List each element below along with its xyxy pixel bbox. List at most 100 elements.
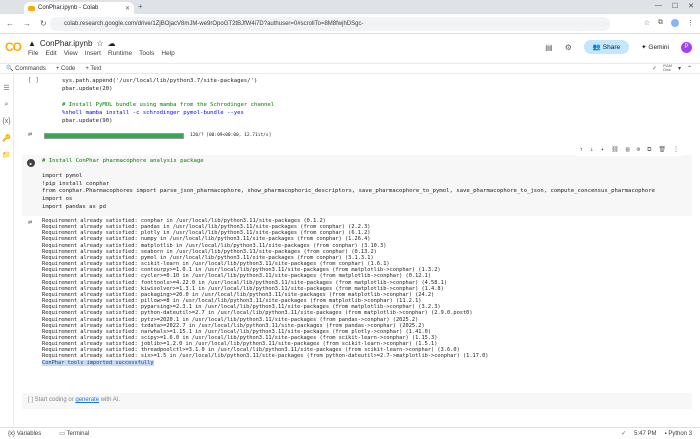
move-up-icon[interactable]: ↑ <box>579 146 583 154</box>
forward-icon[interactable]: → <box>23 19 31 28</box>
output-line: Requirement already satisfied: matplotli… <box>42 242 387 249</box>
menu-help[interactable]: Help <box>161 50 174 57</box>
share-label: Share <box>602 44 621 51</box>
output-line: Requirement already satisfied: seaborn i… <box>42 248 377 255</box>
output-line: Requirement already satisfied: threadpoo… <box>42 347 460 354</box>
settings-icon[interactable]: ⚙ <box>565 43 572 52</box>
cell2[interactable]: ↑ ↓ ✦ ⛓ ▤ ⚙ ⧉ 🗑 ⋮ ▶ # Install ConPhar ph… <box>22 144 692 216</box>
variables-icon[interactable]: {x} <box>0 118 13 125</box>
move-down-icon[interactable]: ↓ <box>590 146 594 154</box>
share-button[interactable]: 👥 Share <box>583 40 630 54</box>
variables-label: Variables <box>16 430 42 437</box>
browser-tab[interactable]: ConPhar.ipynb - Colab ✕ <box>24 2 134 14</box>
progress-text: 120/? [00:09<00:00, 12.71it/s] <box>190 133 272 138</box>
star-icon[interactable]: ☆ <box>96 39 103 48</box>
header-actions: ▤ ⚙ 👥 Share ✦ Gemini P <box>545 40 692 54</box>
progress-bar <box>44 133 184 139</box>
code-line: # Install ConPhar pharmacophore analysis… <box>42 158 204 164</box>
output-line: Requirement already satisfied: kiwisolve… <box>42 285 444 292</box>
menu-tools[interactable]: Tools <box>139 50 154 57</box>
comment-icon[interactable]: ▤ <box>626 146 630 154</box>
more-icon[interactable]: ⋮ <box>673 146 679 154</box>
notebook-content: [ ] sys.path.append('/usr/local/lib/pyth… <box>22 75 692 425</box>
commands-label: Commands <box>15 66 46 72</box>
cell2-output: Requirement already satisfied: conphar i… <box>42 218 488 366</box>
output-line: Requirement already satisfied: scikit-le… <box>42 261 390 268</box>
maximize-icon[interactable]: ☐ <box>672 2 678 10</box>
output-line: Requirement already satisfied: plotly in… <box>42 230 371 237</box>
code-line: import pymol <box>42 173 83 180</box>
close-tab-icon[interactable]: ✕ <box>125 5 130 12</box>
mirror-icon[interactable]: ⧉ <box>647 146 651 154</box>
output-line: Requirement already satisfied: pyparsing… <box>42 304 441 311</box>
add-code-button[interactable]: + Code <box>56 66 76 72</box>
delete-icon[interactable]: 🗑 <box>658 146 666 154</box>
profile-icon[interactable] <box>671 19 679 27</box>
empty-code-cell[interactable]: [ ] Start coding or generate with AI. <box>22 393 692 409</box>
execution-status-icon: ✓ <box>621 431 627 437</box>
menu-insert[interactable]: Insert <box>85 50 101 57</box>
status-bar: {x} Variables ▭ Terminal ✓ 5:47 PM ▪ Pyt… <box>0 427 700 439</box>
code-line: # Install PyMOL bundle using mamba from … <box>62 102 275 108</box>
menu-icon[interactable]: ⋮ <box>687 19 694 27</box>
window-controls: — ☐ ✕ <box>655 2 694 10</box>
cell1-code[interactable]: sys.path.append('/usr/local/lib/python3.… <box>62 77 274 125</box>
status-right: ✓ 5:47 PM ▪ Python 3 <box>621 430 692 438</box>
code-line: !pip install conphar <box>42 180 110 187</box>
run-button[interactable]: ▶ <box>27 159 35 167</box>
collapse-header-icon[interactable]: ⌃ <box>687 65 692 72</box>
search-icon[interactable]: ⌕ <box>0 101 13 109</box>
output-line: Requirement already satisfied: python-da… <box>42 310 473 317</box>
notebook-toolbar: 🔍 Commands + Code + Text ✓ RAM Disk ▾ ⌃ <box>0 63 700 74</box>
runtime-label: Python 3 <box>668 430 692 437</box>
notebook-title-row: ▲ ConPhar.ipynb ☆ ☁ <box>28 39 116 48</box>
generate-link[interactable]: generate <box>75 397 99 403</box>
output-line: Requirement already satisfied: cycler>=0… <box>42 273 432 280</box>
output-line: Requirement already satisfied: scipy>=1.… <box>42 334 438 341</box>
output-line: Requirement already satisfied: numpy in … <box>42 236 371 243</box>
comments-icon[interactable]: ▤ <box>545 43 553 52</box>
notebook-name[interactable]: ConPhar.ipynb <box>40 39 92 48</box>
menu-view[interactable]: View <box>64 50 78 57</box>
terminal-button[interactable]: ▭ Terminal <box>59 430 89 437</box>
gemini-label: Gemini <box>648 44 669 51</box>
bookmark-icon[interactable]: ☆ <box>644 19 650 27</box>
avatar[interactable]: P <box>681 41 692 53</box>
menu-runtime[interactable]: Runtime <box>108 50 132 57</box>
output-toggle-icon[interactable]: ⇄ <box>28 130 32 138</box>
left-sidebar: ☰ ⌕ {x} 🔑 📁 <box>0 75 14 425</box>
close-window-icon[interactable]: ✕ <box>688 2 694 10</box>
add-text-button[interactable]: + Text <box>85 66 101 72</box>
commands-button[interactable]: 🔍 Commands <box>6 65 46 72</box>
gemini-button[interactable]: ✦ Gemini <box>641 43 669 51</box>
cell-settings-icon[interactable]: ⚙ <box>636 146 640 154</box>
runtime-status[interactable]: ▪ Python 3 <box>665 431 692 437</box>
new-tab-button[interactable]: + <box>138 2 143 11</box>
resources-indicator[interactable]: ✓ RAM Disk ▾ ⌃ <box>652 64 692 72</box>
cell1-run-bracket[interactable]: [ ] <box>28 77 39 84</box>
progress-fill <box>45 134 183 138</box>
drive-icon: ▲ <box>28 39 36 48</box>
menu-bar: File Edit View Insert Runtime Tools Help <box>28 50 175 57</box>
menu-file[interactable]: File <box>28 50 38 57</box>
output-toggle-icon[interactable]: ⇄ <box>28 218 32 226</box>
runtime-dropdown-icon[interactable]: ▾ <box>678 65 681 72</box>
link-icon[interactable]: ⛓ <box>611 146 619 154</box>
colab-logo-icon[interactable]: CO <box>5 40 22 54</box>
code-line: pbar.update(20) <box>62 86 113 92</box>
secrets-icon[interactable]: 🔑 <box>0 134 13 142</box>
gemini-cell-icon[interactable]: ✦ <box>601 146 605 154</box>
variables-button[interactable]: {x} Variables <box>8 431 41 437</box>
toc-icon[interactable]: ☰ <box>0 84 13 92</box>
back-icon[interactable]: ← <box>6 19 14 28</box>
minimize-icon[interactable]: — <box>655 2 662 10</box>
cell2-code[interactable]: # Install ConPhar pharmacophore analysis… <box>42 158 655 211</box>
code-line: import os <box>42 195 73 202</box>
url-field[interactable]: colab.research.google.com/drive/1ZjBOjac… <box>50 17 610 31</box>
menu-edit[interactable]: Edit <box>45 50 56 57</box>
empty-cell-prompt: [ ] Start coding or generate with AI. <box>28 397 120 403</box>
output-line: Requirement already satisfied: pandas in… <box>42 224 371 231</box>
files-icon[interactable]: 📁 <box>0 151 13 159</box>
extensions-icon[interactable]: ⧉ <box>658 19 663 27</box>
reload-icon[interactable]: ↻ <box>40 19 47 28</box>
